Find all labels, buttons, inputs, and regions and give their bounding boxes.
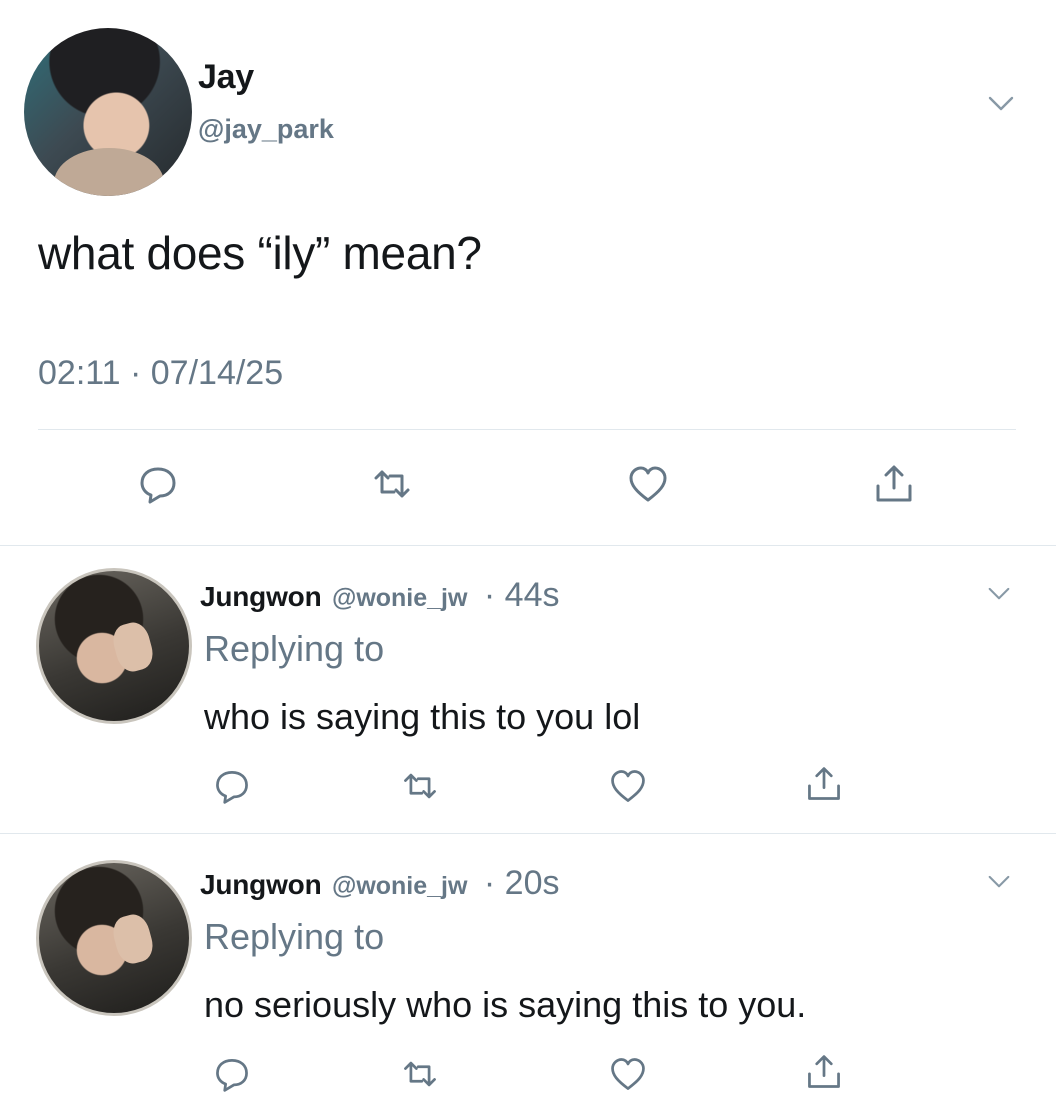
- chevron-down-icon[interactable]: [988, 875, 1010, 889]
- like-icon[interactable]: [608, 1054, 648, 1094]
- retweet-icon[interactable]: [400, 766, 440, 806]
- reply-time: · 44s: [483, 576, 560, 614]
- share-icon[interactable]: [804, 1052, 844, 1092]
- like-icon[interactable]: [626, 462, 670, 506]
- divider: [38, 429, 1016, 430]
- reply-time: · 20s: [483, 864, 560, 902]
- tweet-text: what does “ily” mean?: [38, 227, 482, 279]
- avatar[interactable]: [36, 568, 192, 724]
- chevron-down-icon[interactable]: [988, 587, 1010, 601]
- avatar[interactable]: [24, 28, 192, 196]
- replying-to-label: Replying to: [204, 628, 385, 669]
- reply-text: who is saying this to you lol: [204, 696, 641, 737]
- reply-author-handle[interactable]: @wonie_jw: [332, 872, 468, 900]
- reply-author-name[interactable]: Jungwon: [200, 581, 322, 612]
- reply-icon[interactable]: [212, 766, 252, 806]
- reply-header: Jungwon @wonie_jw · 44s: [200, 576, 560, 615]
- reply-author-name[interactable]: Jungwon: [200, 869, 322, 900]
- divider: [0, 545, 1056, 546]
- share-icon[interactable]: [804, 764, 844, 804]
- like-icon[interactable]: [608, 766, 648, 806]
- retweet-icon[interactable]: [400, 1054, 440, 1094]
- avatar[interactable]: [36, 860, 192, 1016]
- chevron-down-icon[interactable]: [988, 96, 1014, 112]
- replying-to-label: Replying to: [204, 916, 385, 957]
- divider: [0, 833, 1056, 834]
- reply-icon[interactable]: [212, 1054, 252, 1094]
- reply-icon[interactable]: [136, 462, 180, 506]
- author-name[interactable]: Jay: [198, 58, 254, 97]
- reply-text: no seriously who is saying this to you.: [204, 984, 807, 1025]
- reply-header: Jungwon @wonie_jw · 20s: [200, 864, 560, 903]
- author-handle[interactable]: @jay_park: [198, 114, 334, 145]
- share-icon[interactable]: [872, 462, 916, 506]
- tweet-timestamp[interactable]: 02:11 · 07/14/25: [38, 354, 283, 393]
- retweet-icon[interactable]: [370, 462, 414, 506]
- reply-author-handle[interactable]: @wonie_jw: [332, 584, 468, 612]
